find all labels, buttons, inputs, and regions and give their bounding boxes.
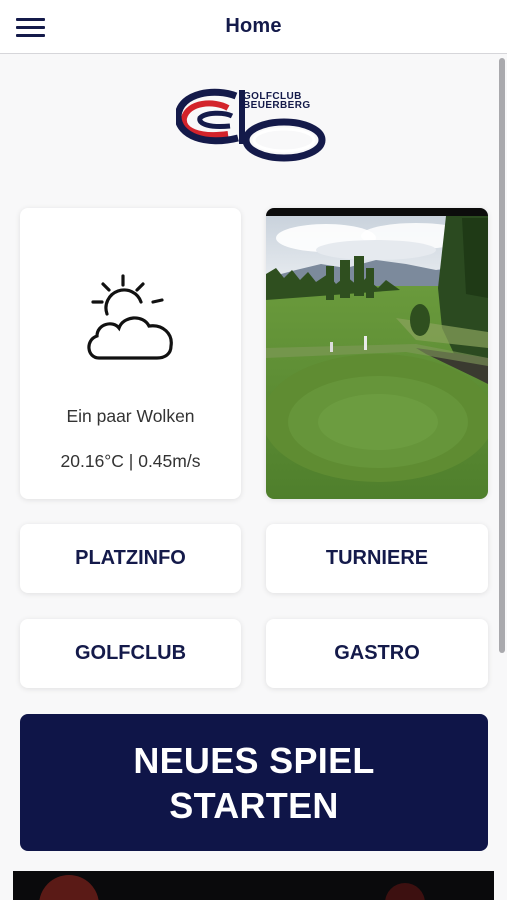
golfclub-button[interactable]: GOLFCLUB	[20, 619, 241, 688]
webcam-image[interactable]	[266, 208, 488, 499]
platzinfo-button[interactable]: PLATZINFO	[20, 524, 241, 593]
promo-banner[interactable]	[13, 871, 494, 900]
new-game-label: NEUES SPIEL STARTEN	[133, 739, 375, 826]
banner-decoration	[39, 875, 99, 900]
scrollbar-thumb[interactable]	[499, 58, 505, 653]
golf-course-webcam-image	[266, 208, 488, 499]
banner-decoration	[385, 883, 425, 900]
hamburger-menu-icon[interactable]	[16, 18, 45, 38]
weather-stats: 20.16°C | 0.45m/s	[60, 451, 201, 471]
home-screen: Home GOLFCLUB BEUERBERG Ein paar Wolken …	[0, 0, 507, 900]
gastro-button[interactable]: GASTRO	[266, 619, 488, 688]
new-game-button[interactable]: NEUES SPIEL STARTEN	[20, 714, 488, 851]
app-header: Home	[0, 0, 507, 54]
weather-description: Ein paar Wolken	[66, 406, 195, 426]
partly-cloudy-icon	[87, 274, 173, 360]
logo-text-line2: BEUERBERG	[243, 100, 311, 111]
weather-card[interactable]: Ein paar Wolken 20.16°C | 0.45m/s	[20, 208, 241, 499]
turniere-button[interactable]: TURNIERE	[266, 524, 488, 593]
page-title: Home	[225, 15, 282, 37]
scrollbar[interactable]	[499, 58, 505, 900]
